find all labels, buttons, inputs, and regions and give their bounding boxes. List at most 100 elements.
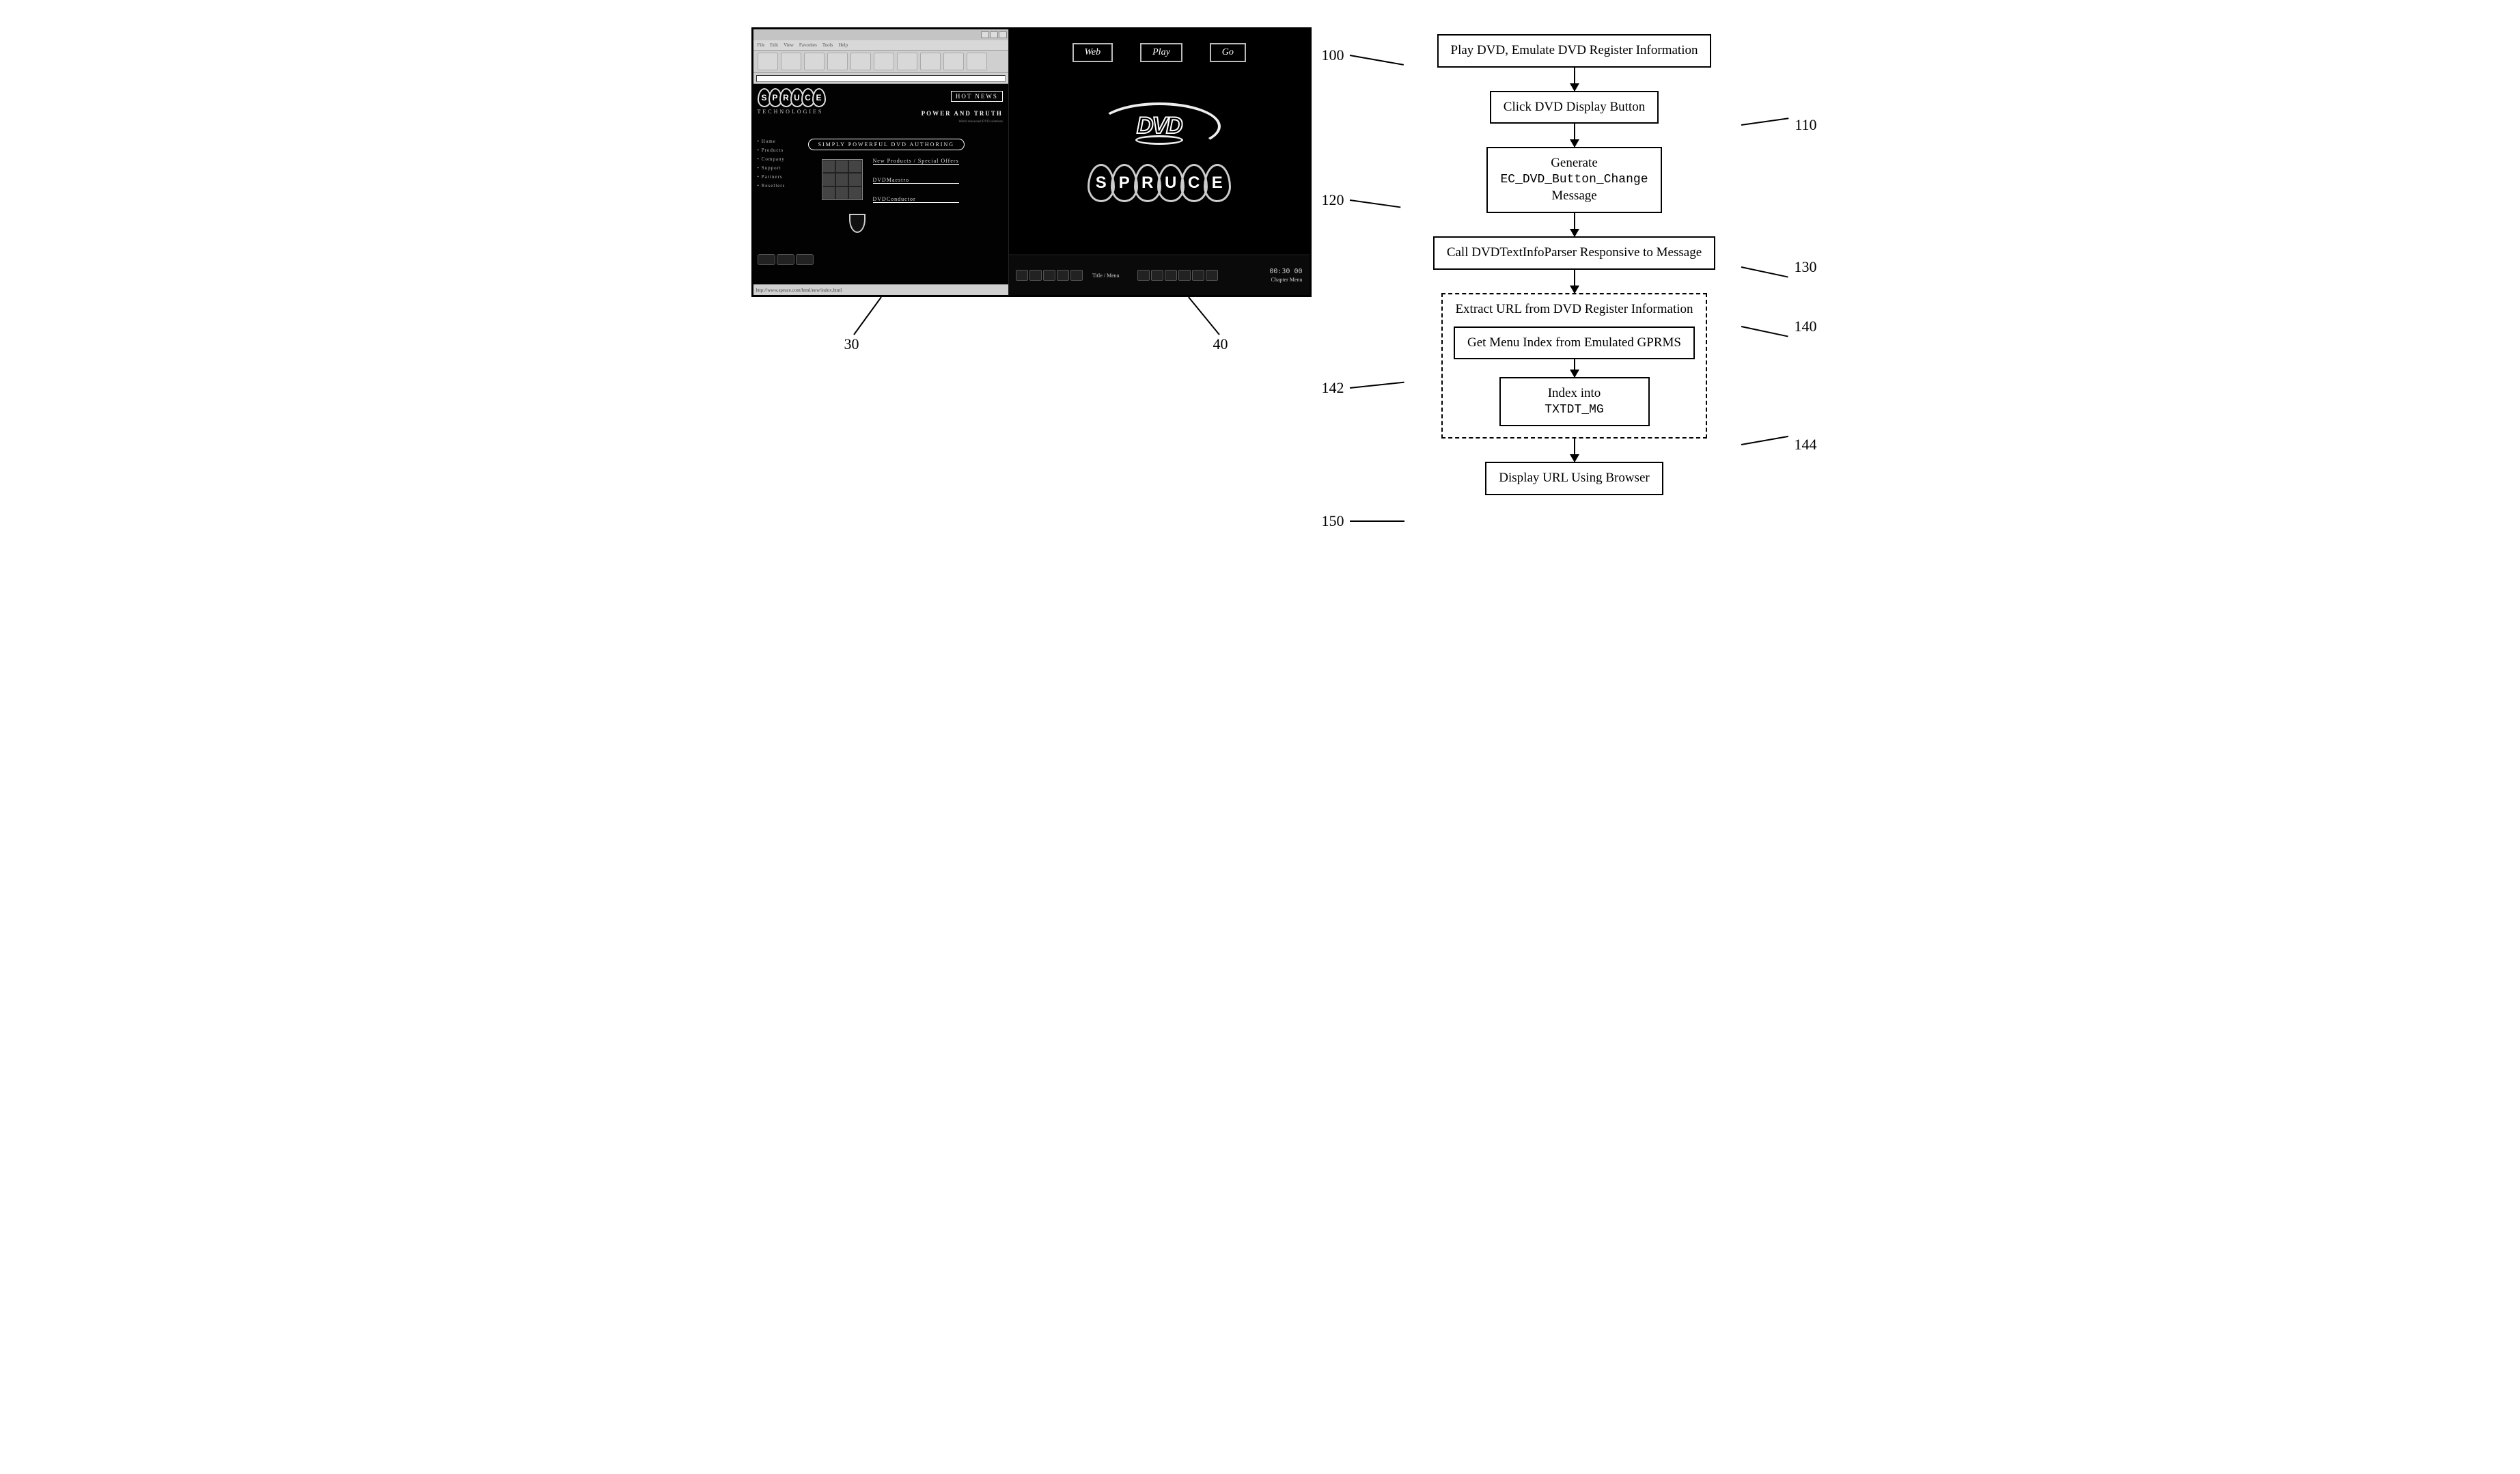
logo-letter: E [1204, 164, 1231, 202]
minimize-icon[interactable] [981, 31, 989, 38]
screenshot-frame: File Edit View Favorites Tools Help [751, 27, 1312, 297]
status-text: http://www.spruce.com/html/new/index.htm… [756, 288, 842, 293]
section-heading: New Products / Special Offers [873, 158, 959, 165]
menu-item[interactable]: Favorites [799, 42, 817, 48]
nav-link[interactable]: • Products [758, 148, 786, 153]
dvd-play-button[interactable]: Play [1140, 43, 1182, 62]
browser-address-bar [753, 73, 1008, 84]
back-icon[interactable] [758, 53, 778, 70]
play-icon[interactable] [1029, 270, 1042, 281]
step-150: Display URL Using Browser [1485, 462, 1663, 495]
ref-label: 140 [1795, 318, 1817, 335]
ref-label: 142 [1322, 379, 1344, 397]
ref-100: 100 [1322, 46, 1404, 64]
nav-link[interactable]: • Company [758, 156, 786, 162]
nav-link[interactable]: • Support [758, 165, 786, 171]
favorites-icon[interactable] [897, 53, 917, 70]
nav-return-icon[interactable] [1206, 270, 1218, 281]
history-icon[interactable] [920, 53, 941, 70]
footer-icon[interactable] [777, 254, 794, 265]
ref-142: 142 [1322, 379, 1404, 397]
browser-window: File Edit View Favorites Tools Help [753, 29, 1009, 295]
ref-110: 110 [1741, 116, 1816, 134]
section-headings: New Products / Special Offers DVDMaestro… [873, 158, 959, 203]
nav-right-icon[interactable] [1178, 270, 1191, 281]
forward-icon[interactable] [781, 53, 801, 70]
step-120-suffix: Message [1500, 188, 1648, 205]
next-icon[interactable] [1070, 270, 1083, 281]
section-heading: DVDMaestro [873, 177, 959, 184]
nav-left-icon[interactable] [1165, 270, 1177, 281]
prev-icon[interactable] [1016, 270, 1028, 281]
footer-icon[interactable] [796, 254, 814, 265]
menu-item[interactable]: Edit [770, 42, 778, 48]
section-heading: DVDConductor [873, 196, 959, 203]
footer-icon[interactable] [758, 254, 775, 265]
mail-icon[interactable] [943, 53, 964, 70]
nav-link[interactable]: • Resellers [758, 183, 786, 189]
step-142: Get Menu Index from Emulated GPRMS [1454, 326, 1695, 360]
step-100: Play DVD, Emulate DVD Register Informati… [1437, 34, 1712, 68]
close-icon[interactable] [999, 31, 1007, 38]
spruce-big-logo: S P R U C E [1088, 164, 1231, 202]
dvd-menu-buttons: Web Play Go [1009, 43, 1310, 62]
step-120-code: EC_DVD_Button_Change [1500, 172, 1648, 188]
flowchart: Play DVD, Emulate DVD Register Informati… [1380, 27, 1769, 495]
menu-item[interactable]: View [784, 42, 794, 48]
menu-item[interactable]: Tools [822, 42, 833, 48]
dvd-player-window: Web Play Go DVD S P R U C E [1009, 29, 1310, 295]
step-130: Call DVDTextInfoParser Responsive to Mes… [1433, 236, 1715, 270]
ref-140: 140 [1741, 318, 1817, 335]
dvd-disc-icon [1135, 135, 1183, 145]
dvd-web-button[interactable]: Web [1072, 43, 1113, 62]
ref-120: 120 [1322, 191, 1401, 209]
home-icon[interactable] [850, 53, 871, 70]
ref-label: 130 [1795, 258, 1817, 276]
nav-enter-icon[interactable] [1192, 270, 1204, 281]
ref-label: 150 [1322, 512, 1344, 530]
ref-30: 30 [844, 335, 859, 353]
arrow-icon [1574, 124, 1575, 147]
step-140-group: Extract URL from DVD Register Informatio… [1441, 293, 1707, 439]
dvd-control-bar: Title / Menu 00:30 00 Chapter Menu [1009, 255, 1310, 295]
dvd-go-button[interactable]: Go [1210, 43, 1246, 62]
step-144-prefix: Index into [1513, 385, 1636, 402]
browser-statusbar: http://www.spruce.com/html/new/index.htm… [753, 284, 1008, 295]
title-menu-label: Title / Menu [1092, 273, 1120, 279]
step-110: Click DVD Display Button [1490, 91, 1659, 124]
thumbnail-grid [822, 159, 863, 200]
pause-icon[interactable] [1043, 270, 1055, 281]
spruce-logo: S P R U C E TECHNOLOGIES [758, 88, 887, 129]
page-subhead: World renowned DVD solutions [958, 120, 1003, 124]
menu-item[interactable]: Help [838, 42, 848, 48]
stop-icon[interactable] [804, 53, 825, 70]
browser-menubar: File Edit View Favorites Tools Help [753, 40, 1008, 50]
step-120: Generate EC_DVD_Button_Change Message [1486, 147, 1661, 213]
menu-item[interactable]: File [758, 42, 765, 48]
ref-label: 120 [1322, 191, 1344, 209]
nav-link[interactable]: • Home [758, 139, 786, 144]
maximize-icon[interactable] [990, 31, 998, 38]
step-120-prefix: Generate [1500, 155, 1648, 172]
print-icon[interactable] [967, 53, 987, 70]
address-field[interactable] [756, 75, 1006, 82]
browser-titlebar [753, 29, 1008, 40]
search-icon[interactable] [874, 53, 894, 70]
shield-icon [849, 214, 866, 233]
page-headline: POWER AND TRUTH [922, 110, 1003, 117]
ref-label: 144 [1795, 436, 1817, 454]
stop-icon[interactable] [1057, 270, 1069, 281]
refresh-icon[interactable] [827, 53, 848, 70]
nav-link[interactable]: • Partners [758, 174, 786, 180]
nav-down-icon[interactable] [1151, 270, 1163, 281]
step-144-code: TXTDT_MG [1513, 402, 1636, 418]
step-144: Index into TXTDT_MG [1499, 377, 1650, 426]
nav-up-icon[interactable] [1137, 270, 1150, 281]
ref-label: 110 [1795, 116, 1816, 134]
arrow-icon [1574, 270, 1575, 293]
logo-subtitle: TECHNOLOGIES [758, 109, 887, 115]
arrow-icon [1574, 68, 1575, 91]
arrow-icon [1574, 439, 1575, 462]
ref-130: 130 [1741, 258, 1817, 276]
hot-news-label: HOT NEWS [951, 91, 1003, 102]
